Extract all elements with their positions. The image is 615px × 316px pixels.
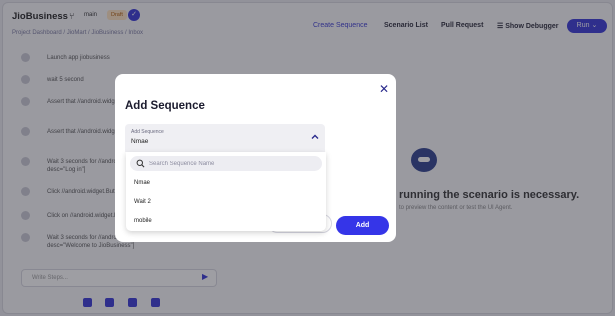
- close-icon[interactable]: ✕: [377, 82, 391, 96]
- select-label: Add Sequence: [131, 129, 164, 135]
- dropdown-option[interactable]: Nmae: [134, 180, 150, 186]
- chevron-up-icon[interactable]: [310, 132, 320, 142]
- dropdown-option[interactable]: mobile: [134, 218, 152, 224]
- add-button[interactable]: Add: [336, 216, 389, 235]
- search-icon: [136, 159, 145, 168]
- select-value: Nmae: [131, 138, 149, 145]
- search-input[interactable]: [130, 156, 322, 171]
- dropdown-option[interactable]: Wait 2: [134, 199, 151, 205]
- sequence-dropdown: Nmae Wait 2 mobile: [126, 152, 326, 231]
- modal-title: Add Sequence: [125, 100, 205, 112]
- sequence-select[interactable]: Add Sequence Nmae: [125, 124, 325, 152]
